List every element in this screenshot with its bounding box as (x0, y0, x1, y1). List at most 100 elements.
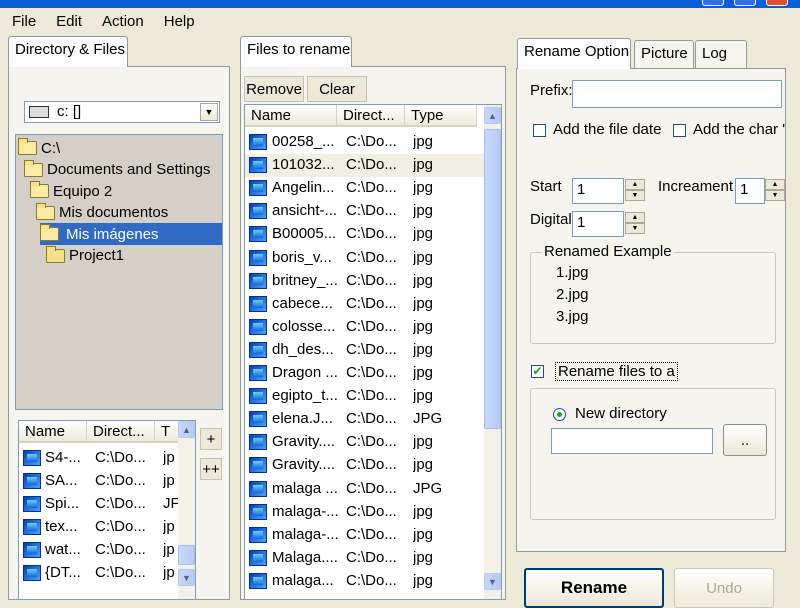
scroll-up-icon[interactable]: ▲ (178, 421, 195, 438)
scroll-up-icon[interactable]: ▲ (484, 107, 501, 124)
tab-rename-option[interactable]: Rename Option (517, 38, 631, 69)
new-directory-input[interactable] (551, 428, 713, 454)
tab-log[interactable]: Log (695, 40, 747, 68)
table-row[interactable]: malaga-... C:\Do... jpg (245, 501, 485, 524)
menu-file[interactable]: File (0, 13, 44, 30)
table-row[interactable]: {DT... C:\Do... jp (19, 562, 179, 585)
rename-button[interactable]: Rename (524, 568, 664, 608)
clear-button[interactable]: Clear (307, 76, 367, 102)
folder-icon (46, 245, 65, 263)
menu-edit[interactable]: Edit (44, 13, 90, 30)
drive-select[interactable]: c: [] ▼ (24, 101, 220, 123)
spin-up-icon[interactable]: ▲ (625, 179, 645, 190)
tree-folder[interactable]: Mis documentos (36, 202, 168, 224)
table-row[interactable]: wat... C:\Do... jp (19, 539, 179, 562)
menu-action[interactable]: Action (90, 13, 152, 30)
spin-up-icon[interactable]: ▲ (765, 179, 785, 190)
tab-directory-files[interactable]: Directory & Files (8, 36, 128, 67)
spin-down-icon[interactable]: ▼ (765, 190, 785, 201)
drive-icon (29, 106, 49, 118)
remove-button[interactable]: Remove (244, 76, 304, 102)
table-row[interactable]: malaga... C:\Do... jpg (245, 570, 485, 593)
increment-input[interactable]: 1 (735, 178, 765, 204)
tab-files-to-rename[interactable]: Files to rename (240, 36, 352, 67)
spin-down-icon[interactable]: ▼ (625, 190, 645, 201)
table-row[interactable]: dh_des... C:\Do... jpg (245, 339, 485, 362)
tree-folder[interactable]: Equipo 2 (30, 180, 112, 202)
column-header-name[interactable]: Name (245, 105, 337, 127)
minimize-button[interactable] (702, 0, 724, 6)
cell-dir: C:\Do... (346, 294, 397, 312)
column-header-type[interactable]: T (155, 421, 179, 443)
maximize-button[interactable] (734, 0, 756, 6)
column-header-type[interactable]: Type (405, 105, 477, 127)
table-row[interactable]: S4-... C:\Do... jp (19, 447, 179, 470)
start-spinner[interactable]: ▲ ▼ (625, 179, 645, 201)
table-row[interactable]: B00005... C:\Do... jpg (245, 223, 485, 246)
table-row[interactable]: Malaga.... C:\Do... jpg (245, 547, 485, 570)
table-row[interactable]: ansicht-... C:\Do... jpg (245, 200, 485, 223)
rename-to-dir-checkbox[interactable]: ✔ (531, 365, 544, 378)
table-row[interactable]: colosse... C:\Do... jpg (245, 316, 485, 339)
scroll-thumb[interactable] (178, 545, 195, 565)
menu-help[interactable]: Help (152, 13, 203, 30)
table-row[interactable]: tex... C:\Do... jp (19, 516, 179, 539)
scroll-thumb[interactable] (484, 129, 501, 429)
table-row[interactable]: britney_... C:\Do... jpg (245, 270, 485, 293)
close-button[interactable] (766, 0, 788, 6)
scroll-down-icon[interactable]: ▼ (178, 569, 195, 586)
rename-list-scrollbar[interactable]: ▲ ▼ (484, 105, 501, 599)
scroll-down-icon[interactable]: ▼ (484, 573, 501, 590)
browse-button[interactable]: .. (723, 424, 767, 456)
dropdown-arrow-icon[interactable]: ▼ (200, 103, 218, 121)
table-row[interactable]: SA... C:\Do... jp (19, 470, 179, 493)
cell-type: jpg (413, 294, 434, 312)
cell-dir: C:\Do... (346, 410, 397, 428)
cell-dir: C:\Do... (346, 340, 397, 358)
table-row[interactable]: malaga ... C:\Do... JPG (245, 478, 485, 501)
cell-dir: C:\Do... (95, 495, 146, 512)
table-row[interactable]: egipto_t... C:\Do... jpg (245, 385, 485, 408)
column-header-directory[interactable]: Direct... (87, 421, 155, 443)
column-header-directory[interactable]: Direct... (337, 105, 405, 127)
table-row[interactable]: Spi... C:\Do... JF (19, 493, 179, 516)
start-input[interactable]: 1 (572, 178, 624, 204)
tree-folder[interactable]: Documents and Settings (24, 159, 210, 181)
table-row[interactable]: Angelin... C:\Do... jpg (245, 177, 485, 200)
table-row[interactable]: malaga-... C:\Do... jpg (245, 524, 485, 547)
spin-down-icon[interactable]: ▼ (625, 223, 645, 234)
spin-up-icon[interactable]: ▲ (625, 212, 645, 223)
tree-folder[interactable]: Project1 (46, 245, 124, 267)
table-row[interactable]: boris_v... C:\Do... jpg (245, 247, 485, 270)
column-header-name[interactable]: Name (19, 421, 87, 443)
prefix-input[interactable] (572, 80, 782, 108)
undo-button[interactable]: Undo (674, 568, 774, 608)
tree-folder[interactable]: Mis imágenes (40, 223, 222, 245)
add-file-date-checkbox[interactable] (533, 124, 546, 137)
left-list-scrollbar[interactable]: ▲ ▼ (178, 421, 195, 599)
cell-dir: C:\Do... (346, 548, 397, 566)
digital-spinner[interactable]: ▲ ▼ (625, 212, 645, 234)
cell-name: cabece... (272, 294, 333, 312)
increment-spinner[interactable]: ▲ ▼ (765, 179, 785, 201)
table-row[interactable]: Dragon ... C:\Do... jpg (245, 362, 485, 385)
add-file-button[interactable]: + (200, 428, 222, 450)
cell-type: jpg (413, 548, 434, 566)
digital-input[interactable]: 1 (572, 211, 624, 237)
drive-value: c: [] (57, 103, 82, 120)
table-row[interactable]: Gravity.... C:\Do... jpg (245, 431, 485, 454)
image-file-icon (23, 565, 41, 581)
new-directory-radio[interactable] (553, 408, 566, 421)
table-row[interactable]: Gravity.... C:\Do... jpg (245, 454, 485, 477)
tree-folder[interactable]: C:\ (18, 137, 60, 159)
cell-dir: C:\Do... (95, 541, 146, 558)
table-row[interactable]: 00258_... C:\Do... jpg (245, 131, 485, 154)
start-label: Start (530, 178, 562, 195)
table-row[interactable]: cabece... C:\Do... jpg (245, 293, 485, 316)
cell-name: {DT... (45, 564, 81, 581)
add-char-checkbox[interactable] (673, 124, 686, 137)
add-all-files-button[interactable]: ++ (200, 458, 222, 480)
table-row[interactable]: elena.J... C:\Do... JPG (245, 408, 485, 431)
table-row[interactable]: 101032... C:\Do... jpg (245, 154, 485, 178)
tab-picture[interactable]: Picture (634, 40, 694, 68)
